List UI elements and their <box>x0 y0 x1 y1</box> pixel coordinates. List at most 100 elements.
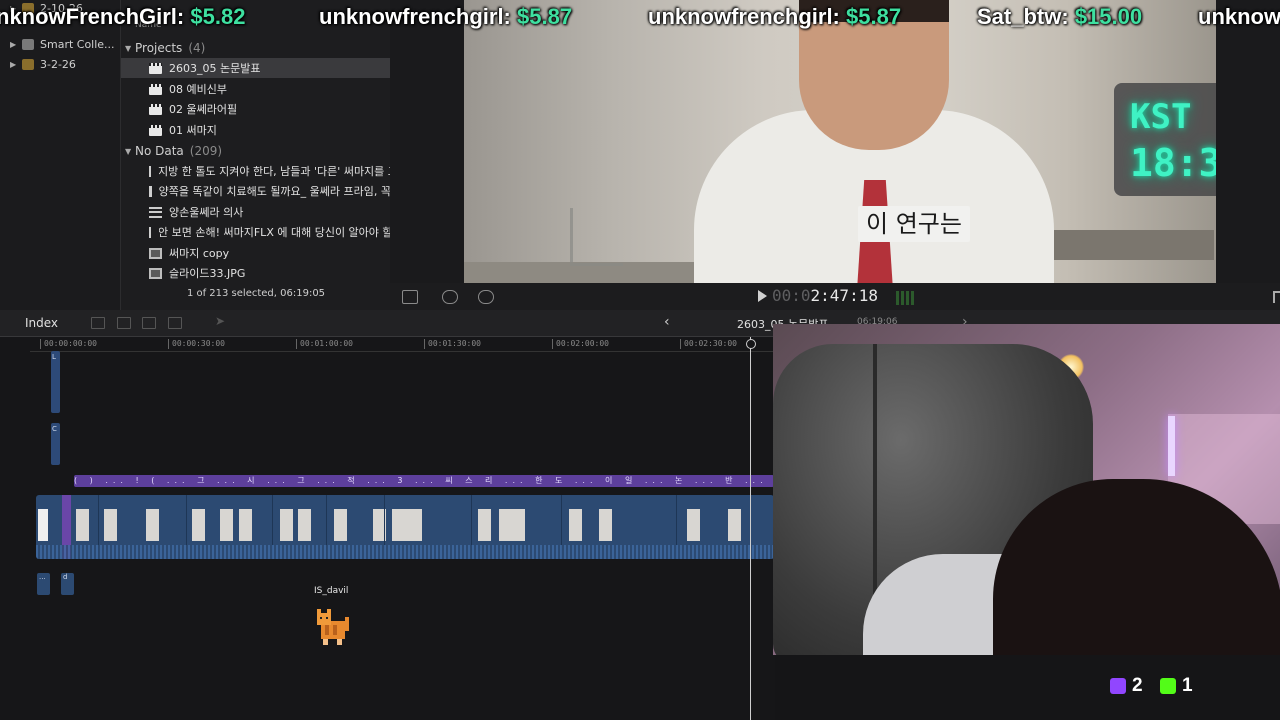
clip-label: d <box>63 573 68 581</box>
clip-label: ... <box>39 573 46 581</box>
clip-thumbnail <box>599 509 612 541</box>
clip-thumbnail <box>569 509 582 541</box>
item-label: 안 보면 손해! 써마지FLX 에 대해 당신이 알아야 할 <box>158 226 391 239</box>
item-label: 2603_05 논문발표 <box>169 62 261 75</box>
library-item[interactable]: ▶ 3-2-26 <box>0 54 120 74</box>
group-count: (4) <box>188 41 206 55</box>
group-projects[interactable]: ▼ Projects (4) <box>121 38 391 58</box>
twitch-count: 2 <box>1132 675 1143 696</box>
item-label: 01 써마지 <box>169 124 217 137</box>
clip-thumbnail <box>220 509 233 541</box>
list-item-project[interactable]: 2603_05 논문발표 <box>121 58 391 78</box>
list-item-project[interactable]: 01 써마지 <box>121 120 391 140</box>
connect-clip-icon[interactable] <box>91 317 105 329</box>
magic-wand-icon[interactable] <box>442 290 458 304</box>
disclosure-triangle-icon[interactable]: ▼ <box>125 44 135 53</box>
folder-icon <box>22 38 34 50</box>
clip-thumbnail <box>478 509 491 541</box>
item-label: 02 울쎄라어필 <box>169 103 238 116</box>
webcam-overlay <box>773 324 1280 655</box>
clapper-icon <box>149 62 162 74</box>
disclosure-triangle-icon[interactable]: ▼ <box>125 147 135 156</box>
image-icon <box>149 267 162 279</box>
kick-viewer-count: 1 <box>1160 674 1193 698</box>
library-item-label: 3-2-26 <box>40 57 76 71</box>
donor-name: unknow <box>1198 4 1280 29</box>
title-clips-track[interactable]: ( ) ... ! ( ... 그 ... 시 ... 그 ... 적 ... … <box>74 475 774 487</box>
group-label: Projects <box>135 41 183 55</box>
group-no-data[interactable]: ▼ No Data (209) <box>121 141 391 161</box>
timecode-dim: 00:0 <box>772 286 811 305</box>
primary-storyline[interactable] <box>36 495 774 559</box>
list-item-clip[interactable]: 써마지 copy <box>121 243 391 263</box>
fullscreen-icon[interactable] <box>1273 291 1280 303</box>
white-clip[interactable] <box>38 509 48 541</box>
ticker-item: Sat_btw: $15.00 <box>977 4 1142 30</box>
clapper-icon <box>149 124 162 136</box>
disclosure-triangle-icon[interactable]: ▶ <box>10 60 20 69</box>
append-clip-icon[interactable] <box>142 317 156 329</box>
twitch-viewer-count: 2 <box>1110 674 1143 698</box>
kick-icon <box>1160 678 1176 694</box>
list-item-clip[interactable]: 안 보면 손해! 써마지FLX 에 대해 당신이 알아야 할 <box>121 222 391 242</box>
disclosure-triangle-icon[interactable]: ▶ <box>10 40 20 49</box>
playhead-handle[interactable] <box>746 339 756 349</box>
list-item-clip[interactable]: 양손울쎄라 의사 <box>121 202 391 222</box>
list-item-project[interactable]: 08 예비신부 <box>121 79 391 99</box>
clip-thumbnail <box>499 509 512 541</box>
library-item[interactable]: ▶ Smart Colle... <box>0 34 120 54</box>
clip-thumbnail <box>392 509 422 541</box>
clip-label: C <box>52 425 57 433</box>
clip-thumbnail <box>687 509 700 541</box>
audio-clip[interactable]: ... <box>37 573 50 595</box>
timecode-display: 00:02:47:18 <box>772 286 878 305</box>
speed-icon[interactable] <box>478 290 494 304</box>
connected-clip[interactable]: C <box>51 423 60 465</box>
clapper-icon <box>149 103 162 115</box>
film-icon <box>149 226 159 238</box>
ruler-tick: 00:00:00:00 <box>40 339 97 349</box>
select-tool-icon[interactable]: ➤ <box>215 314 227 328</box>
clip-thumbnail <box>104 509 117 541</box>
timeline[interactable]: 00:00:00:00 00:00:30:00 00:01:00:00 00:0… <box>0 337 775 720</box>
ticker-item: nknowFrenchGirl: $5.82 <box>0 4 245 30</box>
list-item-clip[interactable]: 양쪽을 똑같이 치료해도 될까요_ 울쎄라 프라임, 꼭 <box>121 181 391 201</box>
clapper-icon <box>149 83 162 95</box>
group-label: No Data <box>135 144 184 158</box>
insert-clip-icon[interactable] <box>117 317 131 329</box>
play-button[interactable] <box>758 290 767 302</box>
ticker-item: unknowfrenchgirl: $5.87 <box>648 4 901 30</box>
clip-thumbnail <box>728 509 741 541</box>
donation-amount: $15.00 <box>1074 4 1143 29</box>
donation-ticker: nknowFrenchGirl: $5.82 unknowfrenchgirl:… <box>0 0 1280 36</box>
neon-light <box>1168 416 1175 476</box>
audio-clip[interactable]: d <box>61 573 74 595</box>
item-label: 슬라이드33.JPG <box>169 267 246 280</box>
clip-thumbnail <box>334 509 347 541</box>
donation-amount: $5.87 <box>846 4 902 29</box>
donor-name: nknowFrenchGirl: <box>0 4 185 29</box>
list-item-project[interactable]: 02 울쎄라어필 <box>121 99 391 119</box>
ticker-item: unknow <box>1198 4 1280 30</box>
playhead[interactable] <box>750 337 751 720</box>
transform-icon[interactable] <box>402 290 418 304</box>
list-item-clip[interactable]: 지방 한 톨도 지켜야 한다, 남들과 '다른' 써마지를 고 <box>121 161 391 181</box>
clip-thumbnail <box>298 509 311 541</box>
audio-icon <box>149 206 162 218</box>
donor-name: unknowfrenchgirl: <box>648 4 840 29</box>
overwrite-clip-icon[interactable] <box>168 317 182 329</box>
item-label: 지방 한 톨도 지켜야 한다, 남들과 '다른' 써마지를 고 <box>158 165 391 178</box>
list-item-clip[interactable]: 슬라이드33.JPG <box>121 263 391 283</box>
film-icon <box>149 185 158 197</box>
audio-meter <box>896 291 914 305</box>
video-frame: 이 연구는 KST 18:36 <box>464 0 1216 283</box>
timecode-main: 2:47:18 <box>810 286 878 305</box>
kst-time: 18:36 <box>1130 141 1216 185</box>
viewer-panel: 이 연구는 KST 18:36 00:02:47:18 <box>390 0 1280 310</box>
clip-thumbnail <box>192 509 205 541</box>
nav-back-icon[interactable]: ‹ <box>664 314 670 330</box>
index-button[interactable]: Index <box>25 316 58 330</box>
time-ruler[interactable]: 00:00:00:00 00:00:30:00 00:01:00:00 00:0… <box>30 337 775 352</box>
connected-clip[interactable]: L <box>51 351 60 413</box>
clip-thumbnail <box>239 509 252 541</box>
